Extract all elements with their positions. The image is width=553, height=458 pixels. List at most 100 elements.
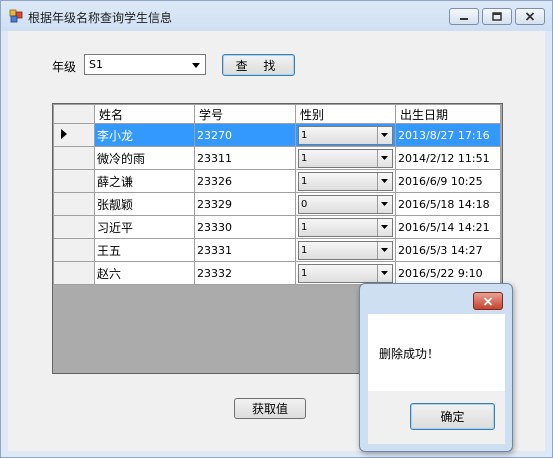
dropdown-arrow-icon bbox=[381, 224, 388, 229]
cell-gender[interactable]: 1 bbox=[295, 215, 396, 239]
close-icon bbox=[525, 12, 535, 21]
main-window: 根据年级名称查询学生信息 年级 S1 查 找 姓名 学号 性别 出生日期 李小龙… bbox=[0, 0, 553, 458]
cell-birthdate[interactable]: 2016/6/9 10:25 bbox=[395, 169, 501, 193]
cell-birthdate[interactable]: 2016/5/18 14:18 bbox=[395, 192, 501, 216]
table-row[interactable]: 习近平 23330 1 2016/5/14 14:21 bbox=[53, 215, 501, 239]
grid-header-row: 姓名 学号 性别 出生日期 bbox=[53, 104, 501, 124]
close-icon bbox=[483, 296, 493, 306]
cell-id[interactable]: 23331 bbox=[194, 238, 296, 262]
gender-combobox[interactable]: 1 bbox=[298, 148, 393, 168]
student-table: 姓名 学号 性别 出生日期 李小龙 23270 1 2013/8/27 17:16 微冷… bbox=[53, 104, 501, 285]
row-header[interactable] bbox=[53, 123, 95, 147]
column-header-birth[interactable]: 出生日期 bbox=[395, 104, 501, 124]
get-value-button[interactable]: 获取值 bbox=[234, 398, 306, 419]
search-button[interactable]: 查 找 bbox=[222, 54, 295, 76]
gender-value: 1 bbox=[301, 244, 308, 256]
cell-birthdate[interactable]: 2013/8/27 17:16 bbox=[395, 123, 501, 147]
close-button[interactable] bbox=[515, 8, 545, 25]
gender-value: 1 bbox=[301, 129, 308, 141]
cell-name[interactable]: 赵六 bbox=[94, 261, 195, 285]
gender-combobox[interactable]: 0 bbox=[298, 194, 393, 214]
table-row[interactable]: 薛之谦 23326 1 2016/6/9 10:25 bbox=[53, 169, 501, 193]
row-header[interactable] bbox=[53, 215, 95, 239]
cell-gender[interactable]: 1 bbox=[295, 169, 396, 193]
minimize-icon bbox=[460, 17, 468, 20]
table-row[interactable]: 王五 23331 1 2016/5/3 14:27 bbox=[53, 238, 501, 262]
cell-name[interactable]: 微冷的雨 bbox=[94, 146, 195, 170]
row-header[interactable] bbox=[53, 169, 95, 193]
dialog-footer: 确定 bbox=[368, 391, 505, 444]
grade-label: 年级 bbox=[52, 60, 77, 74]
gender-dropdown-button[interactable] bbox=[377, 172, 392, 190]
cell-name[interactable]: 李小龙 bbox=[94, 123, 195, 147]
cell-name[interactable]: 王五 bbox=[94, 238, 195, 262]
maximize-button[interactable] bbox=[482, 8, 512, 25]
cell-name[interactable]: 习近平 bbox=[94, 215, 195, 239]
title-bar[interactable]: 根据年级名称查询学生信息 bbox=[1, 1, 552, 31]
gender-combobox[interactable]: 1 bbox=[298, 263, 393, 283]
dialog-body: 删除成功！ bbox=[368, 314, 505, 391]
cell-id[interactable]: 23330 bbox=[194, 215, 296, 239]
cell-birthdate[interactable]: 2016/5/3 14:27 bbox=[395, 238, 501, 262]
cell-id[interactable]: 23270 bbox=[194, 123, 296, 147]
window-title: 根据年级名称查询学生信息 bbox=[28, 11, 173, 25]
gender-combobox[interactable]: 1 bbox=[298, 125, 393, 145]
gender-dropdown-button[interactable] bbox=[377, 149, 392, 167]
table-row[interactable]: 张靓颖 23329 0 2016/5/18 14:18 bbox=[53, 192, 501, 216]
gender-dropdown-button[interactable] bbox=[377, 126, 392, 144]
table-row[interactable]: 李小龙 23270 1 2013/8/27 17:16 bbox=[53, 123, 501, 147]
minimize-button[interactable] bbox=[449, 8, 479, 25]
cell-gender[interactable]: 1 bbox=[295, 238, 396, 262]
cell-gender[interactable]: 1 bbox=[295, 146, 396, 170]
gender-combobox[interactable]: 1 bbox=[298, 171, 393, 191]
gender-value: 1 bbox=[301, 152, 308, 164]
cell-birthdate[interactable]: 2016/5/22 9:10 bbox=[395, 261, 501, 285]
gender-value: 1 bbox=[301, 267, 308, 279]
cell-gender[interactable]: 0 bbox=[295, 192, 396, 216]
row-header[interactable] bbox=[53, 261, 95, 285]
grade-combobox[interactable]: S1 bbox=[84, 54, 206, 75]
dropdown-arrow-icon bbox=[381, 270, 388, 275]
row-header[interactable] bbox=[53, 146, 95, 170]
column-header-name[interactable]: 姓名 bbox=[94, 104, 195, 124]
table-row[interactable]: 微冷的雨 23311 1 2014/2/12 11:51 bbox=[53, 146, 501, 170]
cell-id[interactable]: 23332 bbox=[194, 261, 296, 285]
gender-value: 1 bbox=[301, 221, 308, 233]
cell-id[interactable]: 23329 bbox=[194, 192, 296, 216]
dropdown-arrow-icon bbox=[381, 178, 388, 183]
cell-birthdate[interactable]: 2014/2/12 11:51 bbox=[395, 146, 501, 170]
table-row[interactable]: 赵六 23332 1 2016/5/22 9:10 bbox=[53, 261, 501, 285]
cell-id[interactable]: 23311 bbox=[194, 146, 296, 170]
cell-gender[interactable]: 1 bbox=[295, 261, 396, 285]
row-header[interactable] bbox=[53, 192, 95, 216]
gender-dropdown-button[interactable] bbox=[377, 241, 392, 259]
gender-dropdown-button[interactable] bbox=[377, 264, 392, 282]
app-icon bbox=[9, 9, 23, 23]
cell-id[interactable]: 23326 bbox=[194, 169, 296, 193]
dialog-message: 删除成功！ bbox=[379, 347, 440, 361]
dropdown-arrow-icon bbox=[381, 247, 388, 252]
dialog-close-button[interactable] bbox=[473, 292, 503, 310]
cell-name[interactable]: 薛之谦 bbox=[94, 169, 195, 193]
maximize-icon bbox=[492, 12, 502, 21]
dropdown-arrow-icon bbox=[381, 132, 388, 137]
cell-name[interactable]: 张靓颖 bbox=[94, 192, 195, 216]
gender-combobox[interactable]: 1 bbox=[298, 217, 393, 237]
current-row-arrow-icon bbox=[61, 129, 67, 139]
column-header-gender[interactable]: 性别 bbox=[295, 104, 396, 124]
cell-birthdate[interactable]: 2016/5/14 14:21 bbox=[395, 215, 501, 239]
dropdown-arrow-icon bbox=[192, 63, 200, 68]
dropdown-arrow-icon bbox=[381, 201, 388, 206]
gender-value: 1 bbox=[301, 175, 308, 187]
grade-selected-value: S1 bbox=[89, 58, 103, 71]
gender-dropdown-button[interactable] bbox=[377, 195, 392, 213]
row-header-corner bbox=[53, 104, 95, 124]
gender-combobox[interactable]: 1 bbox=[298, 240, 393, 260]
ok-button[interactable]: 确定 bbox=[410, 403, 495, 430]
column-header-id[interactable]: 学号 bbox=[194, 104, 296, 124]
gender-dropdown-button[interactable] bbox=[377, 218, 392, 236]
gender-value: 0 bbox=[301, 198, 308, 210]
cell-gender[interactable]: 1 bbox=[295, 123, 396, 147]
message-dialog: 删除成功！ 确定 bbox=[359, 283, 513, 452]
row-header[interactable] bbox=[53, 238, 95, 262]
